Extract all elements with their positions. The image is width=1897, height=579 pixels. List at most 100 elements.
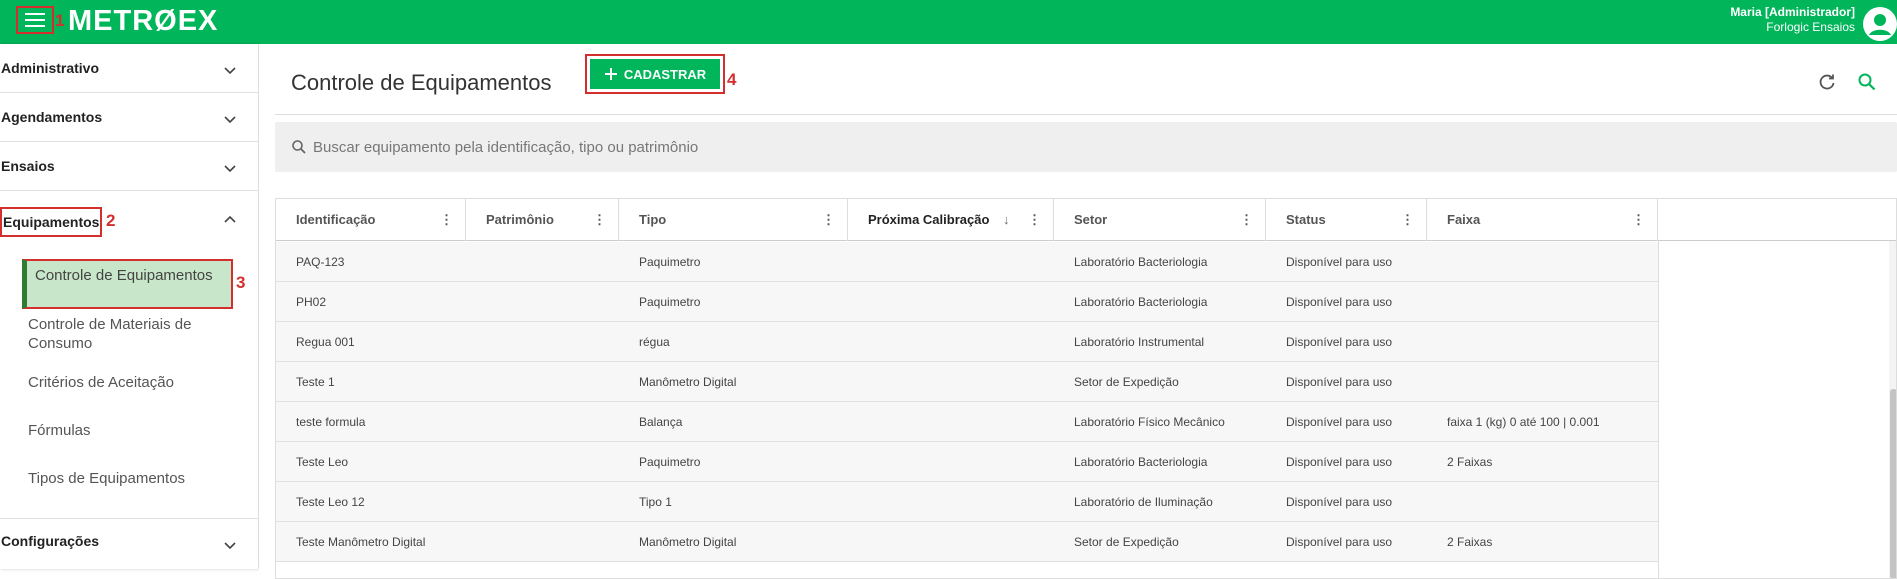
column-header-proxima-calibracao[interactable]: Próxima Calibração ↓ ⋮ — [848, 199, 1054, 241]
cell-proxima-calibracao — [848, 362, 868, 402]
cell-status: Disponível para uso — [1286, 375, 1393, 389]
sidebar: Administrativo Agendamentos Ensaios Equi… — [0, 44, 258, 569]
sidebar-item-formulas[interactable]: Fórmulas — [28, 421, 228, 440]
cell-proxima-calibracao — [848, 402, 868, 442]
table-row[interactable]: Teste Leo Paquimetro Laboratório Bacteriol… — [276, 442, 1658, 482]
cell-faixa: faixa 1 (kg) 0 até 100 | 0.001 — [1447, 415, 1600, 429]
column-label: Próxima Calibração — [868, 212, 990, 227]
cell-proxima-calibracao — [848, 242, 868, 282]
cell-setor: Laboratório Físico Mecânico — [1074, 415, 1225, 429]
cell-proxima-calibracao — [848, 282, 868, 322]
column-header-status[interactable]: Status ⋮ — [1266, 199, 1427, 241]
annotation-3: 3 — [236, 273, 246, 292]
cell-proxima-calibracao — [848, 522, 868, 562]
column-menu-icon[interactable]: ⋮ — [1028, 199, 1041, 241]
logo: METRØEX — [68, 5, 219, 37]
cell-status: Disponível para uso — [1286, 255, 1393, 269]
table-header: Identificação ⋮ Patrimônio ⋮ Tipo ⋮ Próxima… — [276, 199, 1896, 241]
cell-faixa — [1427, 362, 1447, 402]
refresh-icon[interactable] — [1817, 72, 1837, 92]
cell-patrimonio — [466, 282, 486, 322]
column-menu-icon[interactable]: ⋮ — [440, 199, 453, 241]
cell-patrimonio — [466, 362, 486, 402]
cell-identificacao: Teste Leo — [296, 455, 349, 469]
column-header-patrimonio[interactable]: Patrimônio ⋮ — [466, 199, 619, 241]
chevron-down-icon — [224, 67, 236, 75]
table-row[interactable]: Teste 1 Manômetro Digital Setor de Expediç… — [276, 362, 1658, 402]
table-row[interactable]: teste formula Balança Laboratório Físico M… — [276, 402, 1658, 442]
sidebar-section-agendamentos[interactable]: Agendamentos — [0, 93, 258, 142]
add-button-highlight: CADASTRAR — [585, 54, 725, 94]
table-row[interactable]: Regua 001 régua Laboratório Instrumental Di… — [276, 322, 1658, 362]
cell-status: Disponível para uso — [1286, 295, 1393, 309]
search-icon — [292, 140, 306, 154]
column-menu-icon[interactable]: ⋮ — [593, 199, 606, 241]
cell-tipo: Tipo 1 — [639, 495, 672, 509]
sidebar-item-tipos-equipamentos[interactable]: Tipos de Equipamentos — [28, 469, 228, 488]
table-row[interactable]: Teste Leo 12 Tipo 1 Laboratório de Ilumina… — [276, 482, 1658, 522]
equipment-table: Identificação ⋮ Patrimônio ⋮ Tipo ⋮ Próxima… — [275, 198, 1897, 579]
cell-identificacao: PAQ-123 — [296, 255, 345, 269]
cell-setor: Setor de Expedição — [1074, 375, 1179, 389]
chevron-down-icon — [224, 116, 236, 124]
user-avatar-icon[interactable] — [1863, 7, 1897, 41]
column-header-setor[interactable]: Setor ⋮ — [1054, 199, 1266, 241]
cell-patrimonio — [466, 402, 486, 442]
plus-icon — [604, 68, 617, 80]
cell-status: Disponível para uso — [1286, 495, 1393, 509]
column-menu-icon[interactable]: ⋮ — [1240, 199, 1253, 241]
search-input[interactable] — [313, 130, 1813, 164]
sidebar-item-criterios-aceitacao[interactable]: Critérios de Aceitação — [28, 373, 228, 392]
column-header-identificacao[interactable]: Identificação ⋮ — [276, 199, 466, 241]
menu-button[interactable] — [16, 6, 54, 34]
cell-setor: Laboratório Bacteriologia — [1074, 295, 1208, 309]
search-bar — [275, 122, 1897, 172]
column-header-faixa[interactable]: Faixa ⋮ — [1427, 199, 1658, 241]
search-icon[interactable] — [1857, 72, 1877, 92]
sidebar-section-equipamentos[interactable]: Equipamentos — [0, 207, 102, 237]
chevron-up-icon[interactable] — [222, 212, 238, 228]
cell-faixa: 2 Faixas — [1447, 455, 1493, 469]
cell-status: Disponível para uso — [1286, 415, 1393, 429]
cell-faixa — [1427, 322, 1447, 362]
sidebar-section-label: Administrativo — [1, 60, 100, 76]
cell-identificacao: Regua 001 — [296, 335, 355, 349]
sidebar-item-controle-equipamentos[interactable]: Controle de Equipamentos — [22, 259, 233, 309]
cell-setor: Laboratório Bacteriologia — [1074, 455, 1208, 469]
table-row[interactable]: PAQ-123 Paquimetro Laboratório Bacteriolog… — [276, 242, 1658, 282]
cell-tipo: Paquimetro — [639, 295, 701, 309]
cell-patrimonio — [466, 522, 486, 562]
annotation-2: 2 — [106, 211, 116, 230]
sidebar-section-configuracoes[interactable]: Configurações — [0, 518, 258, 569]
cadastrar-label: CADASTRAR — [623, 66, 707, 82]
cell-proxima-calibracao — [848, 482, 868, 522]
cell-faixa — [1427, 242, 1447, 282]
sort-arrow-down-icon[interactable]: ↓ — [1003, 199, 1010, 241]
column-menu-icon[interactable]: ⋮ — [822, 199, 835, 241]
cell-faixa — [1427, 482, 1447, 522]
sidebar-section-label: Ensaios — [1, 158, 55, 174]
column-label: Identificação — [296, 212, 376, 227]
column-menu-icon[interactable]: ⋮ — [1401, 199, 1414, 241]
sidebar-section-administrativo[interactable]: Administrativo — [0, 44, 258, 93]
sidebar-section-label: Configurações — [1, 533, 100, 549]
column-menu-icon[interactable]: ⋮ — [1632, 199, 1645, 241]
scrollbar-thumb[interactable] — [1890, 389, 1896, 578]
table-row[interactable]: Teste Manômetro Digital Manômetro Digital… — [276, 522, 1658, 562]
cell-status: Disponível para uso — [1286, 535, 1393, 549]
chevron-down-icon — [224, 542, 236, 550]
cell-tipo: Paquimetro — [639, 455, 701, 469]
user-company: Forlogic Ensaios — [1766, 20, 1855, 34]
cell-tipo: régua — [639, 335, 670, 349]
sidebar-section-ensaios[interactable]: Ensaios — [0, 142, 258, 191]
sidebar-item-controle-materiais[interactable]: Controle de Materiais de Consumo — [28, 315, 228, 353]
cadastrar-button[interactable]: CADASTRAR — [590, 59, 720, 89]
table-row[interactable]: PH02 Paquimetro Laboratório Bacteriologia D… — [276, 282, 1658, 322]
cell-identificacao: teste formula — [296, 415, 366, 429]
column-header-tipo[interactable]: Tipo ⋮ — [619, 199, 848, 241]
cell-faixa — [1427, 282, 1447, 322]
cell-patrimonio — [466, 482, 486, 522]
cell-identificacao: Teste 1 — [296, 375, 335, 389]
table-empty-area — [1658, 241, 1896, 578]
cell-identificacao: Teste Leo 12 — [296, 495, 365, 509]
